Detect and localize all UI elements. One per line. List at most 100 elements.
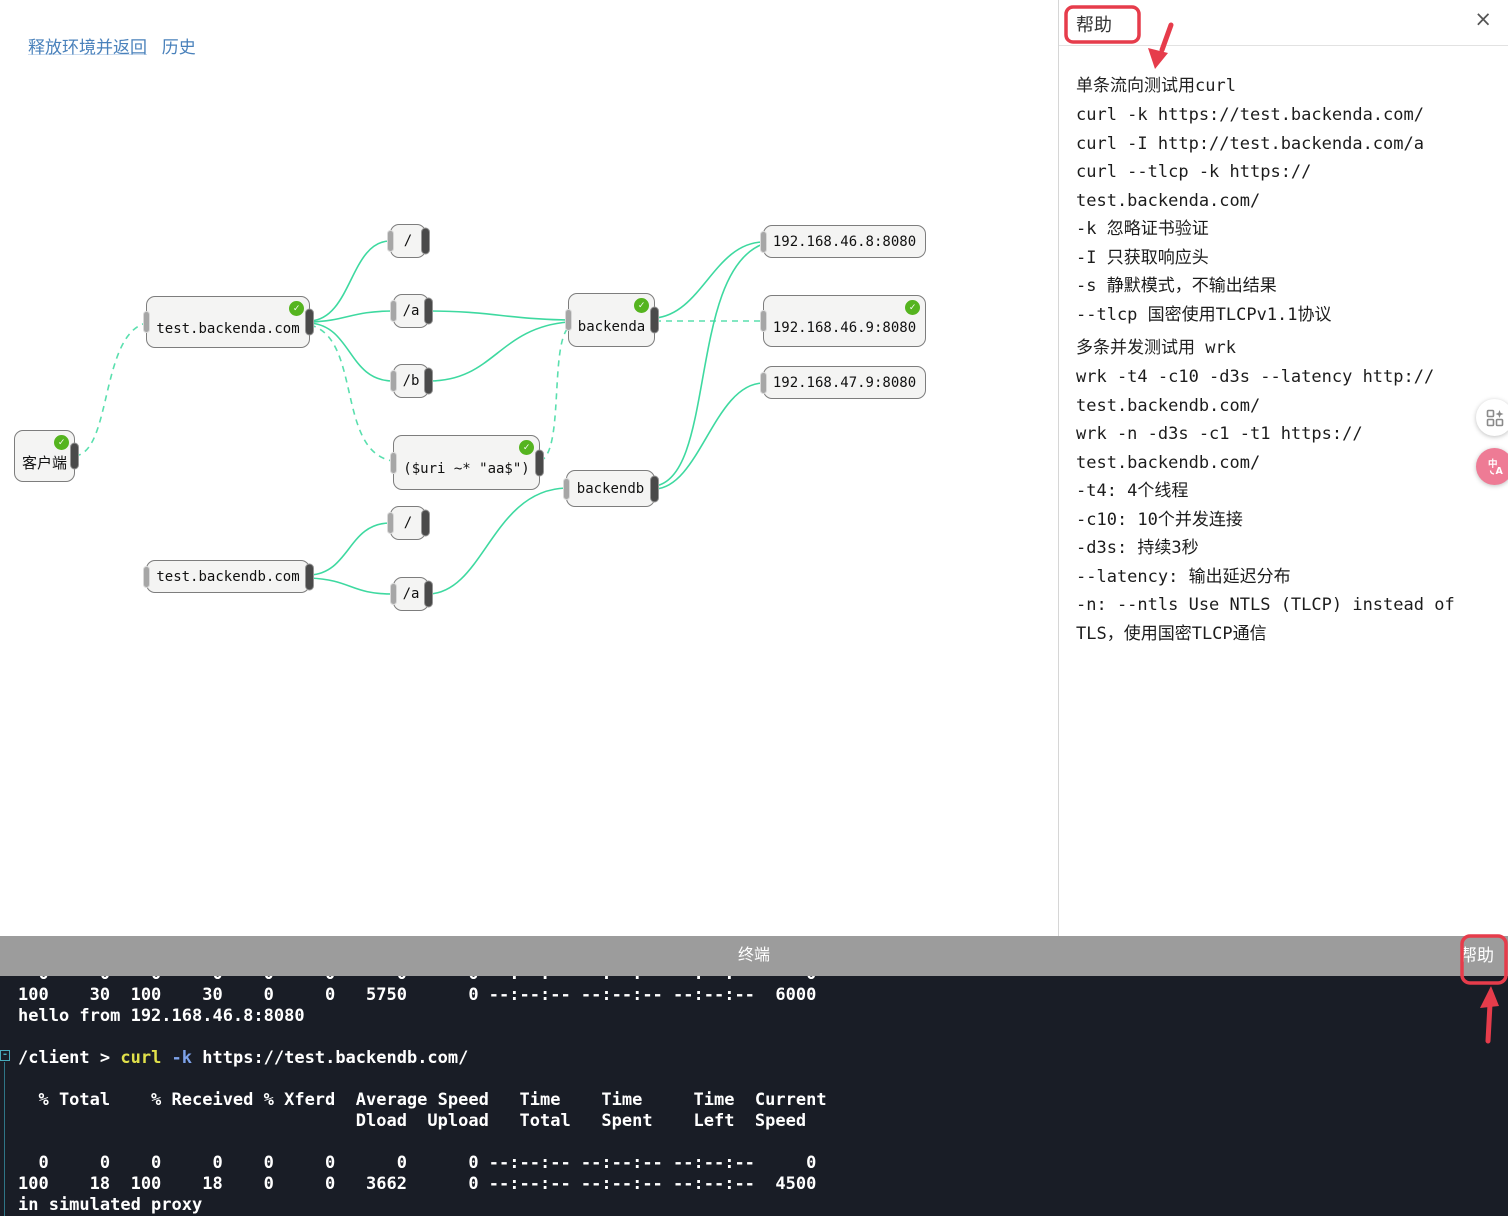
help-line: -t4: 4个线程: [1076, 477, 1490, 506]
help-line: curl --tlcp -k https://: [1076, 158, 1490, 187]
help-line: TLS，使用国密TLCP通信: [1076, 620, 1490, 649]
input-port[interactable]: [390, 583, 397, 605]
node-label: /: [404, 515, 412, 531]
edge-backendb-endpoint1: [655, 244, 763, 486]
node-label: 192.168.47.9:8080: [773, 375, 916, 391]
flow-node-regex[interactable]: ✓ ($uri ~* "aa$"): [393, 435, 540, 490]
flow-node-path-a2[interactable]: /a: [393, 577, 429, 611]
translate-icon: 中 A: [1485, 457, 1505, 477]
flow-node-backenda[interactable]: ✓ backenda: [568, 293, 655, 347]
output-port[interactable]: [424, 581, 433, 608]
help-line: -c10: 10个并发连接: [1076, 506, 1490, 535]
terminal-line: [18, 1132, 1508, 1153]
input-port[interactable]: [387, 512, 394, 534]
flow-node-client[interactable]: ✓ 客户端: [14, 430, 75, 482]
node-label: test.backendb.com: [156, 569, 299, 585]
fold-toggle-icon[interactable]: -: [0, 1050, 10, 1061]
edge-regex-backenda: [540, 328, 568, 461]
input-port[interactable]: [390, 370, 397, 392]
output-port[interactable]: [650, 475, 659, 502]
help-line: -s 静默模式，不输出结果: [1076, 272, 1490, 301]
flow-node-path-a[interactable]: /a: [393, 294, 429, 328]
help-content: 单条流向测试用curl curl -k https://test.backend…: [1059, 46, 1508, 648]
node-label: 客户端: [22, 452, 67, 473]
flow-node-path-root-b[interactable]: /: [390, 506, 426, 540]
input-port[interactable]: [760, 231, 767, 253]
terminal-line: in simulated proxy: [18, 1195, 1508, 1216]
flow-node-path-b[interactable]: /b: [393, 364, 429, 398]
flow-node-hostb[interactable]: test.backendb.com: [146, 560, 310, 593]
output-port[interactable]: [305, 563, 314, 590]
output-port[interactable]: [421, 510, 430, 537]
prompt-arg: https://test.backendb.com/: [192, 1048, 468, 1068]
output-port[interactable]: [70, 443, 79, 470]
output-port[interactable]: [424, 368, 433, 395]
terminal-line: 0 0 0 0 0 0 0 0 --:--:-- --:--:-- --:--:…: [18, 976, 1508, 985]
top-toolbar: 释放环境并返回 历史: [28, 33, 196, 58]
terminal-line: % Total % Received % Xferd Average Speed…: [18, 1090, 1508, 1111]
output-port[interactable]: [421, 228, 430, 255]
input-port[interactable]: [760, 372, 767, 394]
input-port[interactable]: [390, 300, 397, 322]
node-label: /: [404, 233, 412, 249]
input-port[interactable]: [143, 311, 150, 333]
flow-node-endpoint1[interactable]: 192.168.46.8:8080: [763, 225, 926, 258]
help-panel-title: 帮助: [1076, 11, 1112, 37]
node-label: test.backenda.com: [156, 321, 299, 337]
terminal-line: Dload Upload Total Spent Left Speed: [18, 1111, 1508, 1132]
input-port[interactable]: [565, 309, 572, 331]
help-panel-header: 帮助 ×: [1059, 0, 1508, 46]
input-port[interactable]: [563, 478, 570, 500]
help-line: curl -k https://test.backenda.com/: [1076, 101, 1490, 130]
help-line: -d3s: 持续3秒: [1076, 534, 1490, 563]
help-section-heading: 多条并发测试用 wrk: [1076, 334, 1490, 363]
add-widget-icon: [1486, 409, 1504, 427]
add-widget-button[interactable]: [1476, 399, 1508, 436]
node-label: /a: [403, 303, 420, 319]
terminal-output: 0 0 0 0 0 0 0 0 --:--:-- --:--:-- --:--:…: [18, 976, 1508, 1216]
terminal-bar-title: 终端: [0, 936, 1508, 976]
terminal-line: 0 0 0 0 0 0 0 0 --:--:-- --:--:-- --:--:…: [18, 1153, 1508, 1174]
close-icon[interactable]: ×: [1468, 6, 1498, 32]
input-port[interactable]: [760, 310, 767, 332]
help-line: --tlcp 国密使用TLCPv1.1协议: [1076, 301, 1490, 330]
flow-node-path-root-a[interactable]: /: [390, 224, 426, 258]
node-label: ($uri ~* "aa$"): [403, 461, 529, 477]
flow-node-endpoint3[interactable]: 192.168.47.9:8080: [763, 366, 926, 399]
terminal-blank-line: [18, 1027, 1508, 1048]
edge-backendb-endpoint3: [655, 383, 763, 489]
input-port[interactable]: [390, 452, 397, 474]
output-port[interactable]: [305, 309, 314, 336]
node-label: 192.168.46.9:8080: [773, 320, 916, 336]
input-port[interactable]: [387, 230, 394, 252]
edge-patha2-backendb: [429, 488, 566, 594]
output-port[interactable]: [535, 449, 544, 476]
check-badge-icon: ✓: [54, 435, 69, 450]
check-badge-icon: ✓: [519, 440, 534, 455]
edge-pathb-backenda: [429, 322, 568, 381]
release-env-link[interactable]: 释放环境并返回: [28, 38, 147, 57]
input-port[interactable]: [143, 566, 150, 588]
history-link[interactable]: 历史: [162, 38, 196, 57]
flow-node-endpoint2[interactable]: ✓ 192.168.46.9:8080: [763, 295, 926, 347]
flow-node-backendb[interactable]: backendb: [566, 470, 655, 507]
node-label: 192.168.46.8:8080: [773, 234, 916, 250]
help-line: test.backendb.com/: [1076, 449, 1490, 478]
terminal[interactable]: - 0 0 0 0 0 0 0 0 --:--:-- --:--:-- --:-…: [0, 976, 1508, 1216]
help-line: test.backendb.com/: [1076, 392, 1490, 421]
help-line: -n: --ntls Use NTLS (TLCP) instead of: [1076, 591, 1490, 620]
edge-hostb-root2: [310, 523, 390, 575]
edge-hosta-regex: [310, 325, 393, 461]
help-line: wrk -n -d3s -c1 -t1 https://: [1076, 420, 1490, 449]
terminal-bar[interactable]: 终端 帮助: [0, 936, 1508, 976]
terminal-help-button[interactable]: 帮助: [1452, 936, 1502, 976]
edge-hosta-patha: [310, 311, 393, 322]
output-port[interactable]: [424, 298, 433, 325]
translate-button[interactable]: 中 A: [1476, 448, 1508, 485]
output-port[interactable]: [650, 307, 659, 334]
flow-node-hosta[interactable]: ✓ test.backenda.com: [146, 296, 310, 348]
help-line: -k 忽略证书验证: [1076, 215, 1490, 244]
prompt-command: curl: [120, 1048, 161, 1068]
node-label: /a: [403, 586, 420, 602]
edge-hostb-patha2: [310, 578, 393, 594]
